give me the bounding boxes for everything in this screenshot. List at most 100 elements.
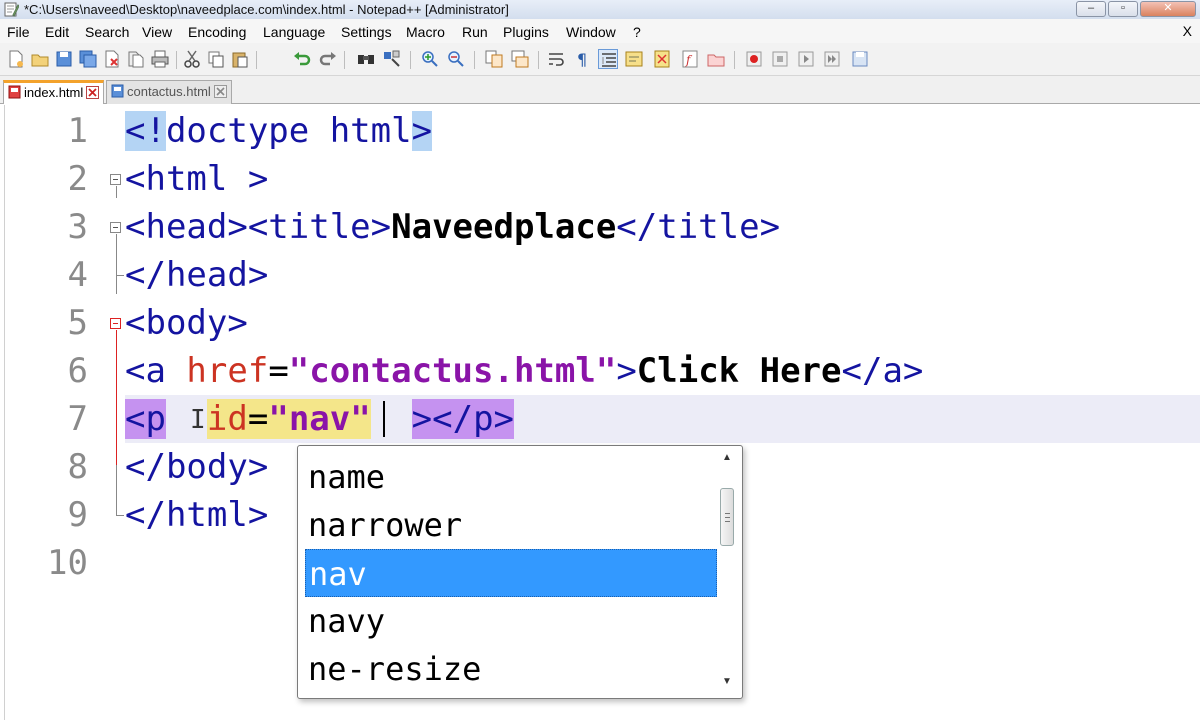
close-icon: ✕ (1163, 2, 1173, 14)
svg-text:¶: ¶ (577, 50, 587, 69)
tab-close-icon[interactable] (86, 86, 100, 99)
restore-button[interactable]: ▫ (1108, 1, 1138, 17)
zoom-in-icon[interactable] (420, 49, 440, 69)
show-all-chars-icon[interactable]: ¶ (572, 49, 592, 69)
close-window-button[interactable]: ✕ (1140, 1, 1196, 17)
toolbar-separator (344, 51, 345, 69)
autocomplete-item[interactable]: narrower (305, 501, 717, 549)
save-macro-icon[interactable] (850, 49, 870, 69)
save-icon[interactable] (54, 49, 74, 69)
toolbar-separator (474, 51, 475, 69)
fold-line (116, 465, 117, 515)
find-icon[interactable] (356, 49, 376, 69)
tab-index-html[interactable]: index.html (3, 80, 105, 104)
doctype-text: doctype html (165, 111, 412, 151)
menu-bar: File Edit Search View Encoding Language … (0, 19, 1200, 43)
fold-toggle-icon[interactable] (110, 222, 121, 233)
p-close-tags: ></p> (411, 399, 515, 439)
code-line-1: <!doctype html> (125, 107, 433, 155)
autocomplete-scrollbar[interactable]: ▲ ▼ (718, 450, 736, 694)
replace-icon[interactable] (382, 49, 402, 69)
function-list-icon[interactable]: f (680, 49, 700, 69)
title-open-tag: <title> (247, 207, 392, 247)
print-icon[interactable] (150, 49, 170, 69)
save-all-icon[interactable] (78, 49, 98, 69)
line-number: 2 (67, 159, 88, 199)
undo-icon[interactable] (292, 49, 312, 69)
text-caret (383, 401, 385, 437)
autocomplete-item[interactable]: ne-resize (305, 645, 717, 693)
line-number: 10 (47, 543, 88, 583)
toolbar-separator (176, 51, 177, 69)
mouse-ibeam-cursor: I (190, 405, 206, 435)
menu-view[interactable]: View (142, 24, 172, 40)
redo-icon[interactable] (318, 49, 338, 69)
menu-file[interactable]: File (7, 24, 30, 40)
menu-edit[interactable]: Edit (45, 24, 69, 40)
notepadpp-app-icon (4, 2, 19, 17)
toolbar: ¶ f (0, 43, 1200, 76)
record-macro-icon[interactable] (744, 49, 764, 69)
minimize-icon: – (1087, 2, 1095, 14)
scroll-up-arrow-icon[interactable]: ▲ (722, 452, 732, 463)
open-file-icon[interactable] (30, 49, 50, 69)
folder-workspace-icon[interactable] (706, 49, 726, 69)
menu-run[interactable]: Run (462, 24, 488, 40)
menu-settings[interactable]: Settings (341, 24, 392, 40)
close-file-icon[interactable] (102, 49, 122, 69)
new-file-icon[interactable] (6, 49, 26, 69)
line-number: 5 (67, 303, 88, 343)
title-bar: *C:\Users\naveed\Desktop\naveedplace.com… (0, 0, 1200, 19)
menu-help[interactable]: ? (633, 24, 641, 40)
p-open-tag: <p (125, 399, 166, 439)
menu-window[interactable]: Window (566, 24, 616, 40)
fold-line (116, 186, 117, 198)
copy-icon[interactable] (206, 49, 226, 69)
autocomplete-item[interactable]: name (305, 453, 717, 501)
run-macro-multiple-icon[interactable] (822, 49, 842, 69)
fold-toggle-icon[interactable] (110, 174, 121, 185)
autocomplete-popup[interactable]: name narrower nav navy ne-resize ▲ ▼ (297, 445, 743, 699)
autocomplete-item-selected[interactable]: nav (305, 549, 717, 597)
scroll-down-arrow-icon[interactable]: ▼ (722, 676, 732, 687)
close-all-icon[interactable] (126, 49, 146, 69)
line-number: 3 (67, 207, 88, 247)
code-line-6: <a href="contactus.html">Click Here</a> (125, 347, 923, 395)
close-document-button[interactable]: X (1183, 23, 1192, 39)
zoom-out-icon[interactable] (446, 49, 466, 69)
menu-search[interactable]: Search (85, 24, 129, 40)
href-attribute: href (186, 351, 269, 391)
line-number: 1 (67, 111, 88, 151)
word-wrap-icon[interactable] (546, 49, 566, 69)
equals-sign: = (247, 399, 269, 439)
fold-toggle-icon[interactable] (110, 318, 121, 329)
play-macro-icon[interactable] (796, 49, 816, 69)
document-map-icon[interactable] (652, 49, 672, 69)
code-line-3: <head><title>Naveedplace</title> (125, 203, 780, 251)
minimize-button[interactable]: – (1076, 1, 1106, 17)
cut-icon[interactable] (182, 49, 202, 69)
sync-vertical-icon[interactable] (484, 49, 504, 69)
bracket-match-open: <! (125, 111, 166, 151)
indent-guide-icon[interactable] (598, 49, 618, 69)
toolbar-separator (538, 51, 539, 69)
tab-close-icon[interactable] (213, 85, 227, 98)
modified-file-icon (8, 85, 21, 99)
bracket-match-close: > (411, 111, 433, 151)
anchor-close-tag: </a> (841, 351, 924, 391)
paste-icon[interactable] (230, 49, 250, 69)
sync-horizontal-icon[interactable] (510, 49, 530, 69)
menu-language[interactable]: Language (263, 24, 325, 40)
scrollbar-thumb[interactable] (720, 488, 734, 546)
autocomplete-item[interactable]: navy (305, 597, 717, 645)
href-value: "contactus.html" (288, 351, 617, 391)
stop-record-icon[interactable] (770, 49, 790, 69)
id-value: "nav (268, 399, 351, 439)
user-language-icon[interactable] (624, 49, 644, 69)
menu-plugins[interactable]: Plugins (503, 24, 549, 40)
menu-macro[interactable]: Macro (406, 24, 445, 40)
menu-encoding[interactable]: Encoding (188, 24, 246, 40)
fold-line (116, 330, 117, 465)
line-number: 9 (67, 495, 88, 535)
tab-contactus-html[interactable]: contactus.html (106, 80, 232, 104)
